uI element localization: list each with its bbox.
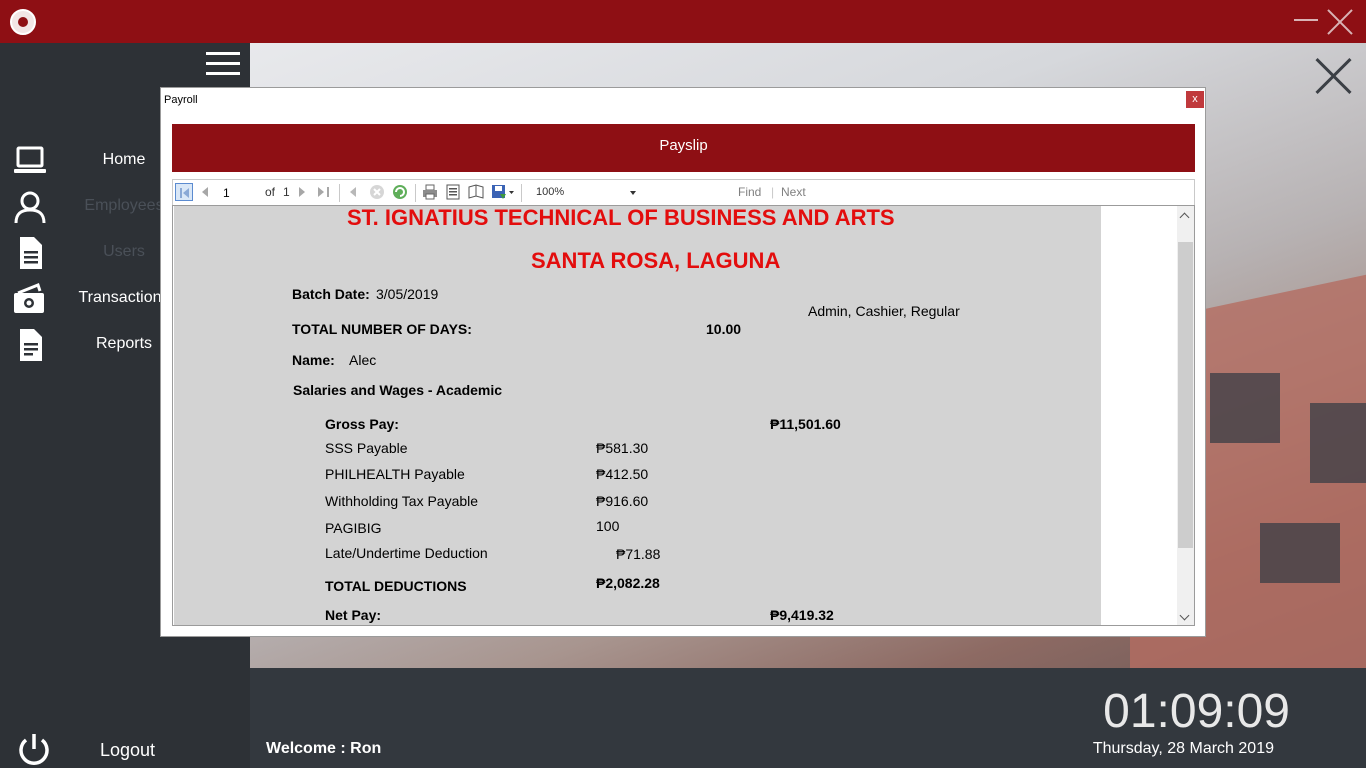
- total-deductions-label: TOTAL DEDUCTIONS: [325, 578, 467, 594]
- school-seal-logo: [10, 9, 36, 35]
- page-of-label: of: [265, 185, 276, 199]
- school-name: ST. IGNATIUS TECHNICAL OF BUSINESS AND A…: [347, 205, 895, 230]
- welcome-message: Welcome : Ron: [266, 740, 381, 758]
- school-location: SANTA ROSA, LAGUNA: [531, 248, 781, 273]
- power-icon: [19, 734, 49, 765]
- batch-date-label: Batch Date:: [292, 286, 370, 302]
- batch-date-value: 3/05/2019: [376, 286, 439, 302]
- net-pay-label: Net Pay:: [325, 607, 382, 623]
- status-bar: Welcome : Ron 01:09:09 Thursday, 28 Marc…: [250, 668, 1366, 768]
- deduction-label: Withholding Tax Payable: [325, 493, 479, 509]
- deduction-value: ₱412.50: [596, 466, 649, 482]
- export-icon[interactable]: [490, 183, 516, 201]
- welcome-prefix: Welcome :: [266, 740, 351, 757]
- deduction-value: ₱916.60: [596, 493, 649, 509]
- close-icon[interactable]: [1326, 8, 1354, 36]
- title-bar: [0, 0, 1366, 43]
- logout-label: Logout: [100, 740, 156, 760]
- zoom-select[interactable]: 100%: [528, 183, 642, 202]
- deduction-value: ₱581.30: [596, 440, 649, 456]
- find-separator: |: [771, 185, 775, 199]
- employee-name: Alec: [349, 352, 377, 368]
- page-setup-icon[interactable]: [467, 183, 485, 201]
- user-name: Ron: [350, 740, 382, 757]
- deduction-label: SSS Payable: [325, 440, 408, 456]
- total-days-label: TOTAL NUMBER OF DAYS:: [292, 321, 472, 337]
- scroll-thumb[interactable]: [1178, 242, 1193, 548]
- report-icon: [20, 329, 42, 361]
- payroll-dialog: Payroll x Payslip of 1 100: [160, 87, 1206, 637]
- zoom-value: 100%: [536, 186, 565, 198]
- report-toolbar: of 1 100% Find | Next: [172, 179, 1195, 205]
- deduction-label: Late/Undertime Deduction: [325, 545, 488, 561]
- last-page-button[interactable]: [315, 183, 333, 201]
- next-page-button[interactable]: [293, 183, 311, 201]
- total-days-value: 10.00: [706, 321, 742, 337]
- chevron-down-icon: [630, 191, 636, 195]
- cash-icon: [14, 283, 44, 313]
- document-icon: [20, 237, 42, 269]
- find-next-link[interactable]: Next: [781, 185, 806, 199]
- background-window: [1260, 523, 1340, 583]
- user-icon: [14, 191, 46, 224]
- report-viewer[interactable]: ST. IGNATIUS TECHNICAL OF BUSINESS AND A…: [172, 205, 1195, 626]
- clock: 01:09:09: [1103, 685, 1290, 738]
- gross-pay-value: ₱11,501.60: [770, 416, 841, 432]
- print-layout-icon[interactable]: [444, 183, 462, 201]
- background-window: [1310, 403, 1366, 483]
- gross-pay-label: Gross Pay:: [325, 416, 399, 432]
- vertical-scrollbar[interactable]: [1177, 206, 1194, 625]
- dialog-title: Payroll: [164, 94, 198, 106]
- print-icon[interactable]: [421, 183, 439, 201]
- net-pay-value: ₱9,419.32: [770, 607, 834, 623]
- background-window: [1210, 373, 1280, 443]
- hamburger-menu-icon[interactable]: [206, 52, 240, 76]
- scroll-down-icon[interactable]: [1179, 610, 1190, 621]
- payslip-header: Payslip: [172, 124, 1195, 172]
- page-number-input[interactable]: [219, 183, 259, 202]
- deduction-value: ₱71.88: [616, 546, 661, 562]
- first-page-button[interactable]: [175, 183, 193, 201]
- dialog-close-button[interactable]: x: [1186, 91, 1204, 108]
- stop-icon[interactable]: [368, 183, 386, 201]
- close-form-icon[interactable]: [1316, 58, 1352, 94]
- find-input[interactable]: [653, 183, 733, 202]
- deduction-label: PAGIBIG: [325, 520, 382, 536]
- name-label: Name:: [292, 352, 335, 368]
- payslip-page: ST. IGNATIUS TECHNICAL OF BUSINESS AND A…: [174, 205, 1101, 625]
- scroll-up-icon[interactable]: [1179, 212, 1190, 223]
- back-arrow-icon[interactable]: [345, 183, 363, 201]
- minimize-icon[interactable]: [1294, 19, 1318, 21]
- find-link[interactable]: Find: [738, 185, 761, 199]
- refresh-icon[interactable]: [391, 183, 409, 201]
- laptop-icon: [14, 146, 46, 173]
- logout-button[interactable]: Logout: [0, 729, 250, 768]
- total-deductions-value: ₱2,082.28: [596, 575, 660, 591]
- date-display: Thursday, 28 March 2019: [1092, 740, 1274, 757]
- salary-category: Salaries and Wages - Academic: [293, 382, 503, 398]
- total-pages: 1: [283, 185, 290, 199]
- employee-roles: Admin, Cashier, Regular: [808, 303, 960, 319]
- deduction-value: 100: [596, 518, 620, 534]
- previous-page-button[interactable]: [197, 183, 215, 201]
- deduction-label: PHILHEALTH Payable: [325, 466, 465, 482]
